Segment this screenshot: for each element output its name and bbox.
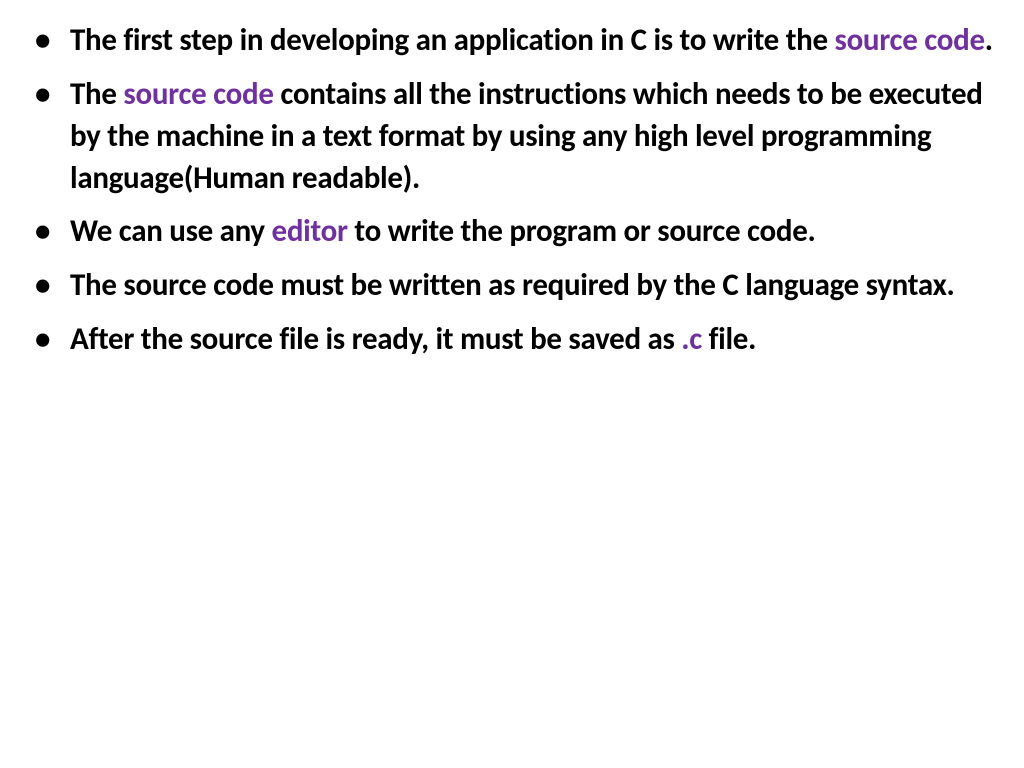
bullet-item: After the source file is ready, it must … — [20, 319, 994, 361]
bullet-text: We can use any — [70, 212, 272, 250]
highlight-text: source code — [123, 75, 273, 113]
bullet-text: After the source file is ready, it must … — [70, 320, 681, 358]
bullet-item: We can use any editor to write the progr… — [20, 211, 994, 253]
bullet-item: The source code contains all the instruc… — [20, 74, 994, 200]
bullet-text: file. — [702, 320, 756, 358]
bullet-text: The first step in developing an applicat… — [70, 21, 835, 59]
highlight-text: editor — [272, 212, 348, 250]
highlight-text: source code — [835, 21, 985, 59]
highlight-text: .c — [681, 320, 702, 358]
bullet-text: to write the program or source code. — [348, 212, 816, 250]
bullet-text: The source code must be written as requi… — [70, 266, 955, 304]
bullet-text: . — [985, 21, 993, 59]
bullet-item: The first step in developing an applicat… — [20, 20, 994, 62]
bullet-text: The — [70, 75, 123, 113]
bullet-list: The first step in developing an applicat… — [20, 20, 994, 361]
bullet-item: The source code must be written as requi… — [20, 265, 994, 307]
